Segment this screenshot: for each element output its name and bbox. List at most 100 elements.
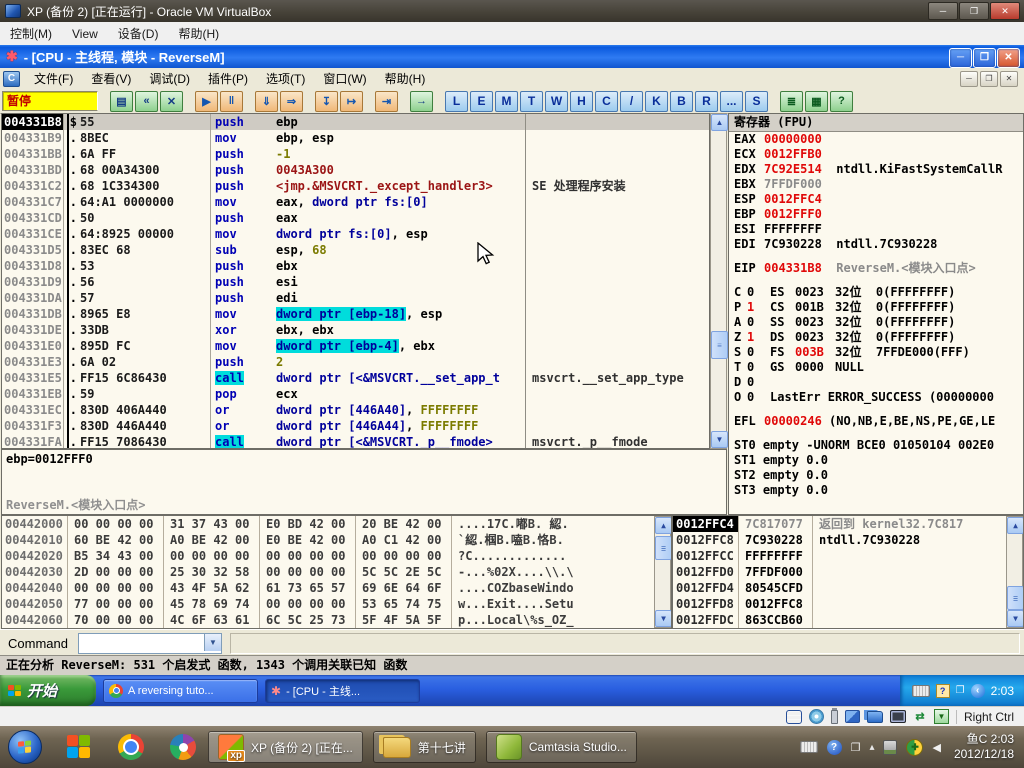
shared-folder-icon[interactable] xyxy=(867,711,883,723)
dump-row[interactable]: 0044201060 BE 42 00A0 BE 42 00E0 BE 42 0… xyxy=(2,532,671,548)
help-tray-icon[interactable]: ? xyxy=(936,684,950,698)
run-button[interactable]: ▶ xyxy=(195,91,218,112)
toolbar-letter-button-T[interactable]: T xyxy=(520,91,543,112)
disasm-row[interactable]: 004331DA.57pushedi xyxy=(2,290,709,306)
fpu-register-row[interactable]: ST3 empty 0.0 xyxy=(729,483,1023,498)
stack-row[interactable]: 0012FFD80012FFC8 xyxy=(673,596,1023,612)
register-row[interactable]: EAX00000000 xyxy=(729,132,1023,147)
chrome-icon[interactable] xyxy=(116,732,146,762)
vbox-menu-item[interactable]: 设备(D) xyxy=(108,22,169,45)
register-row[interactable]: EDI7C930228 ntdll.7C930228 xyxy=(729,237,1023,252)
toolbar-letter-button-W[interactable]: W xyxy=(545,91,568,112)
open-file-button[interactable]: ▤ xyxy=(110,91,133,112)
disasm-row[interactable]: 004331D5.83EC 68subesp, 68 xyxy=(2,242,709,258)
disasm-row[interactable]: 004331CE.64:8925 00000movdword ptr fs:[0… xyxy=(2,226,709,242)
scroll-down-arrow[interactable]: ▼ xyxy=(1007,610,1024,627)
disasm-row[interactable]: 004331E5.FF15 6C86430calldword ptr [<&MS… xyxy=(2,370,709,386)
hdd-icon[interactable] xyxy=(786,710,802,724)
usb-icon[interactable] xyxy=(831,710,838,724)
host-clock[interactable]: 鱼C 2:03 2012/12/18 xyxy=(954,732,1014,762)
xp-task-button[interactable]: ✱- [CPU - 主线... xyxy=(265,679,420,703)
antivirus-ball-icon[interactable]: ✚ xyxy=(906,739,923,756)
olly-menu-item[interactable]: 插件(P) xyxy=(199,67,257,90)
features-icon[interactable]: ⇄ xyxy=(913,711,927,723)
mdi-minimize-button[interactable]: ─ xyxy=(960,71,978,87)
disasm-row[interactable]: 004331B8$55pushebp xyxy=(2,114,709,130)
toolbar-letter-button-x[interactable]: / xyxy=(620,91,643,112)
flag-row[interactable]: D0 xyxy=(729,375,1023,390)
disasm-row[interactable]: 004331E3.6A 02push2 xyxy=(2,354,709,370)
mdi-restore-button[interactable]: ❐ xyxy=(980,71,998,87)
xp-start-button[interactable]: 开始 xyxy=(0,675,96,706)
scroll-up-arrow[interactable]: ▲ xyxy=(711,114,728,131)
dump-scrollbar[interactable]: ▲ ≡ ▼ xyxy=(654,516,671,628)
register-row[interactable]: ECX0012FFB0 xyxy=(729,147,1023,162)
help-icon[interactable]: ? xyxy=(827,740,842,755)
disasm-row[interactable]: 004331BD.68 00A34300push0043A300 xyxy=(2,162,709,178)
keyboard-icon[interactable] xyxy=(800,741,818,753)
step-over-button[interactable]: ⇒ xyxy=(280,91,303,112)
cpu-window-icon[interactable]: C xyxy=(3,71,20,87)
register-row[interactable]: ESIFFFFFFFF xyxy=(729,222,1023,237)
disasm-row[interactable]: 004331C7.64:A1 0000000moveax, dword ptr … xyxy=(2,194,709,210)
disasm-row[interactable]: 004331B9.8BECmovebp, esp xyxy=(2,130,709,146)
scroll-down-arrow[interactable]: ▼ xyxy=(711,431,728,448)
windows-search-icon[interactable] xyxy=(64,732,94,762)
toolbar-letter-button-B[interactable]: B xyxy=(670,91,693,112)
stack-row[interactable]: 0012FFDC863CCB60 xyxy=(673,612,1023,628)
dump-row[interactable]: 0044205077 00 00 0045 78 69 7400 00 00 0… xyxy=(2,596,671,612)
scroll-up-arrow[interactable]: ▲ xyxy=(1007,517,1024,534)
toolbar-letter-button-H[interactable]: H xyxy=(570,91,593,112)
host-task-button[interactable]: xpXP (备份 2) [正在... xyxy=(208,731,363,763)
flag-row[interactable]: T0GS0000NULL xyxy=(729,360,1023,375)
vbox-minimize-button[interactable]: ─ xyxy=(928,2,958,20)
pinwheel-browser-icon[interactable] xyxy=(168,732,198,762)
olly-menu-item[interactable]: 窗口(W) xyxy=(314,67,375,90)
disasm-row[interactable]: 004331D9.56pushesi xyxy=(2,274,709,290)
dump-row[interactable]: 004420302D 00 00 0025 30 32 5800 00 00 0… xyxy=(2,564,671,580)
disasm-row[interactable]: 004331F3.830D 446A440ordword ptr [446A44… xyxy=(2,418,709,434)
keyboard-icon[interactable] xyxy=(912,685,930,697)
ime-icon[interactable]: ‹ xyxy=(971,684,985,698)
execute-till-return-button[interactable]: ⇥ xyxy=(375,91,398,112)
olly-menu-item[interactable]: 帮助(H) xyxy=(376,67,435,90)
vbox-maximize-button[interactable]: ❐ xyxy=(959,2,989,20)
disasm-row[interactable]: 004331E0.895D FCmovdword ptr [ebp-4], eb… xyxy=(2,338,709,354)
olly-close-button[interactable]: ✕ xyxy=(997,48,1020,68)
register-row[interactable]: EBX7FFDF000 xyxy=(729,177,1023,192)
auto-capture-icon[interactable]: ▼ xyxy=(934,709,949,724)
register-row[interactable]: EBP0012FFF0 xyxy=(729,207,1023,222)
trace-into-button[interactable]: ↧ xyxy=(315,91,338,112)
dump-row[interactable]: 0044206070 00 00 004C 6F 63 616C 5C 25 7… xyxy=(2,612,671,628)
olly-menu-item[interactable]: 选项(T) xyxy=(257,67,314,90)
toolbar-letter-button-C[interactable]: C xyxy=(595,91,618,112)
trace-over-button[interactable]: ↦ xyxy=(340,91,363,112)
chevron-down-icon[interactable]: ▼ xyxy=(204,634,221,651)
toolbar-letter-button-xxx[interactable]: ... xyxy=(720,91,743,112)
register-row[interactable]: EIP004331B8 ReverseM.<模块入口点> xyxy=(729,261,1023,276)
network-icon[interactable] xyxy=(845,710,860,723)
help-button[interactable]: ? xyxy=(830,91,853,112)
toolbar-letter-button-K[interactable]: K xyxy=(645,91,668,112)
scroll-thumb[interactable]: ≡ xyxy=(711,331,728,359)
scroll-up-arrow[interactable]: ▲ xyxy=(655,517,672,534)
stack-row[interactable]: 0012FFC47C817077返回到 kernel32.7C817 xyxy=(673,516,1023,532)
pause-button[interactable]: ‖ xyxy=(220,91,243,112)
fpu-register-row[interactable]: ST1 empty 0.0 xyxy=(729,453,1023,468)
show-hidden-icons-button[interactable]: ▴ xyxy=(869,742,874,753)
volume-mixer-icon[interactable] xyxy=(883,740,897,755)
step-into-button[interactable]: ⇓ xyxy=(255,91,278,112)
restart-button[interactable]: « xyxy=(135,91,158,112)
efl-row[interactable]: EFL00000246 (NO,NB,E,BE,NS,PE,GE,LE xyxy=(729,414,1023,429)
fpu-register-row[interactable]: ST2 empty 0.0 xyxy=(729,468,1023,483)
flag-row[interactable]: C0ES002332位 0(FFFFFFFF) xyxy=(729,285,1023,300)
host-start-orb[interactable] xyxy=(8,730,42,764)
olly-menu-item[interactable]: 调试(D) xyxy=(140,67,199,90)
olly-maximize-button[interactable]: ❐ xyxy=(973,48,996,68)
toolbar-letter-button-M[interactable]: M xyxy=(495,91,518,112)
disassembly-scrollbar[interactable]: ▲ ≡ ▼ xyxy=(710,113,727,449)
flag-row[interactable]: Z1DS002332位 0(FFFFFFFF) xyxy=(729,330,1023,345)
command-input[interactable]: ▼ xyxy=(78,633,222,654)
register-row[interactable]: ESP0012FFC4 xyxy=(729,192,1023,207)
stack-row[interactable]: 0012FFCCFFFFFFFF xyxy=(673,548,1023,564)
